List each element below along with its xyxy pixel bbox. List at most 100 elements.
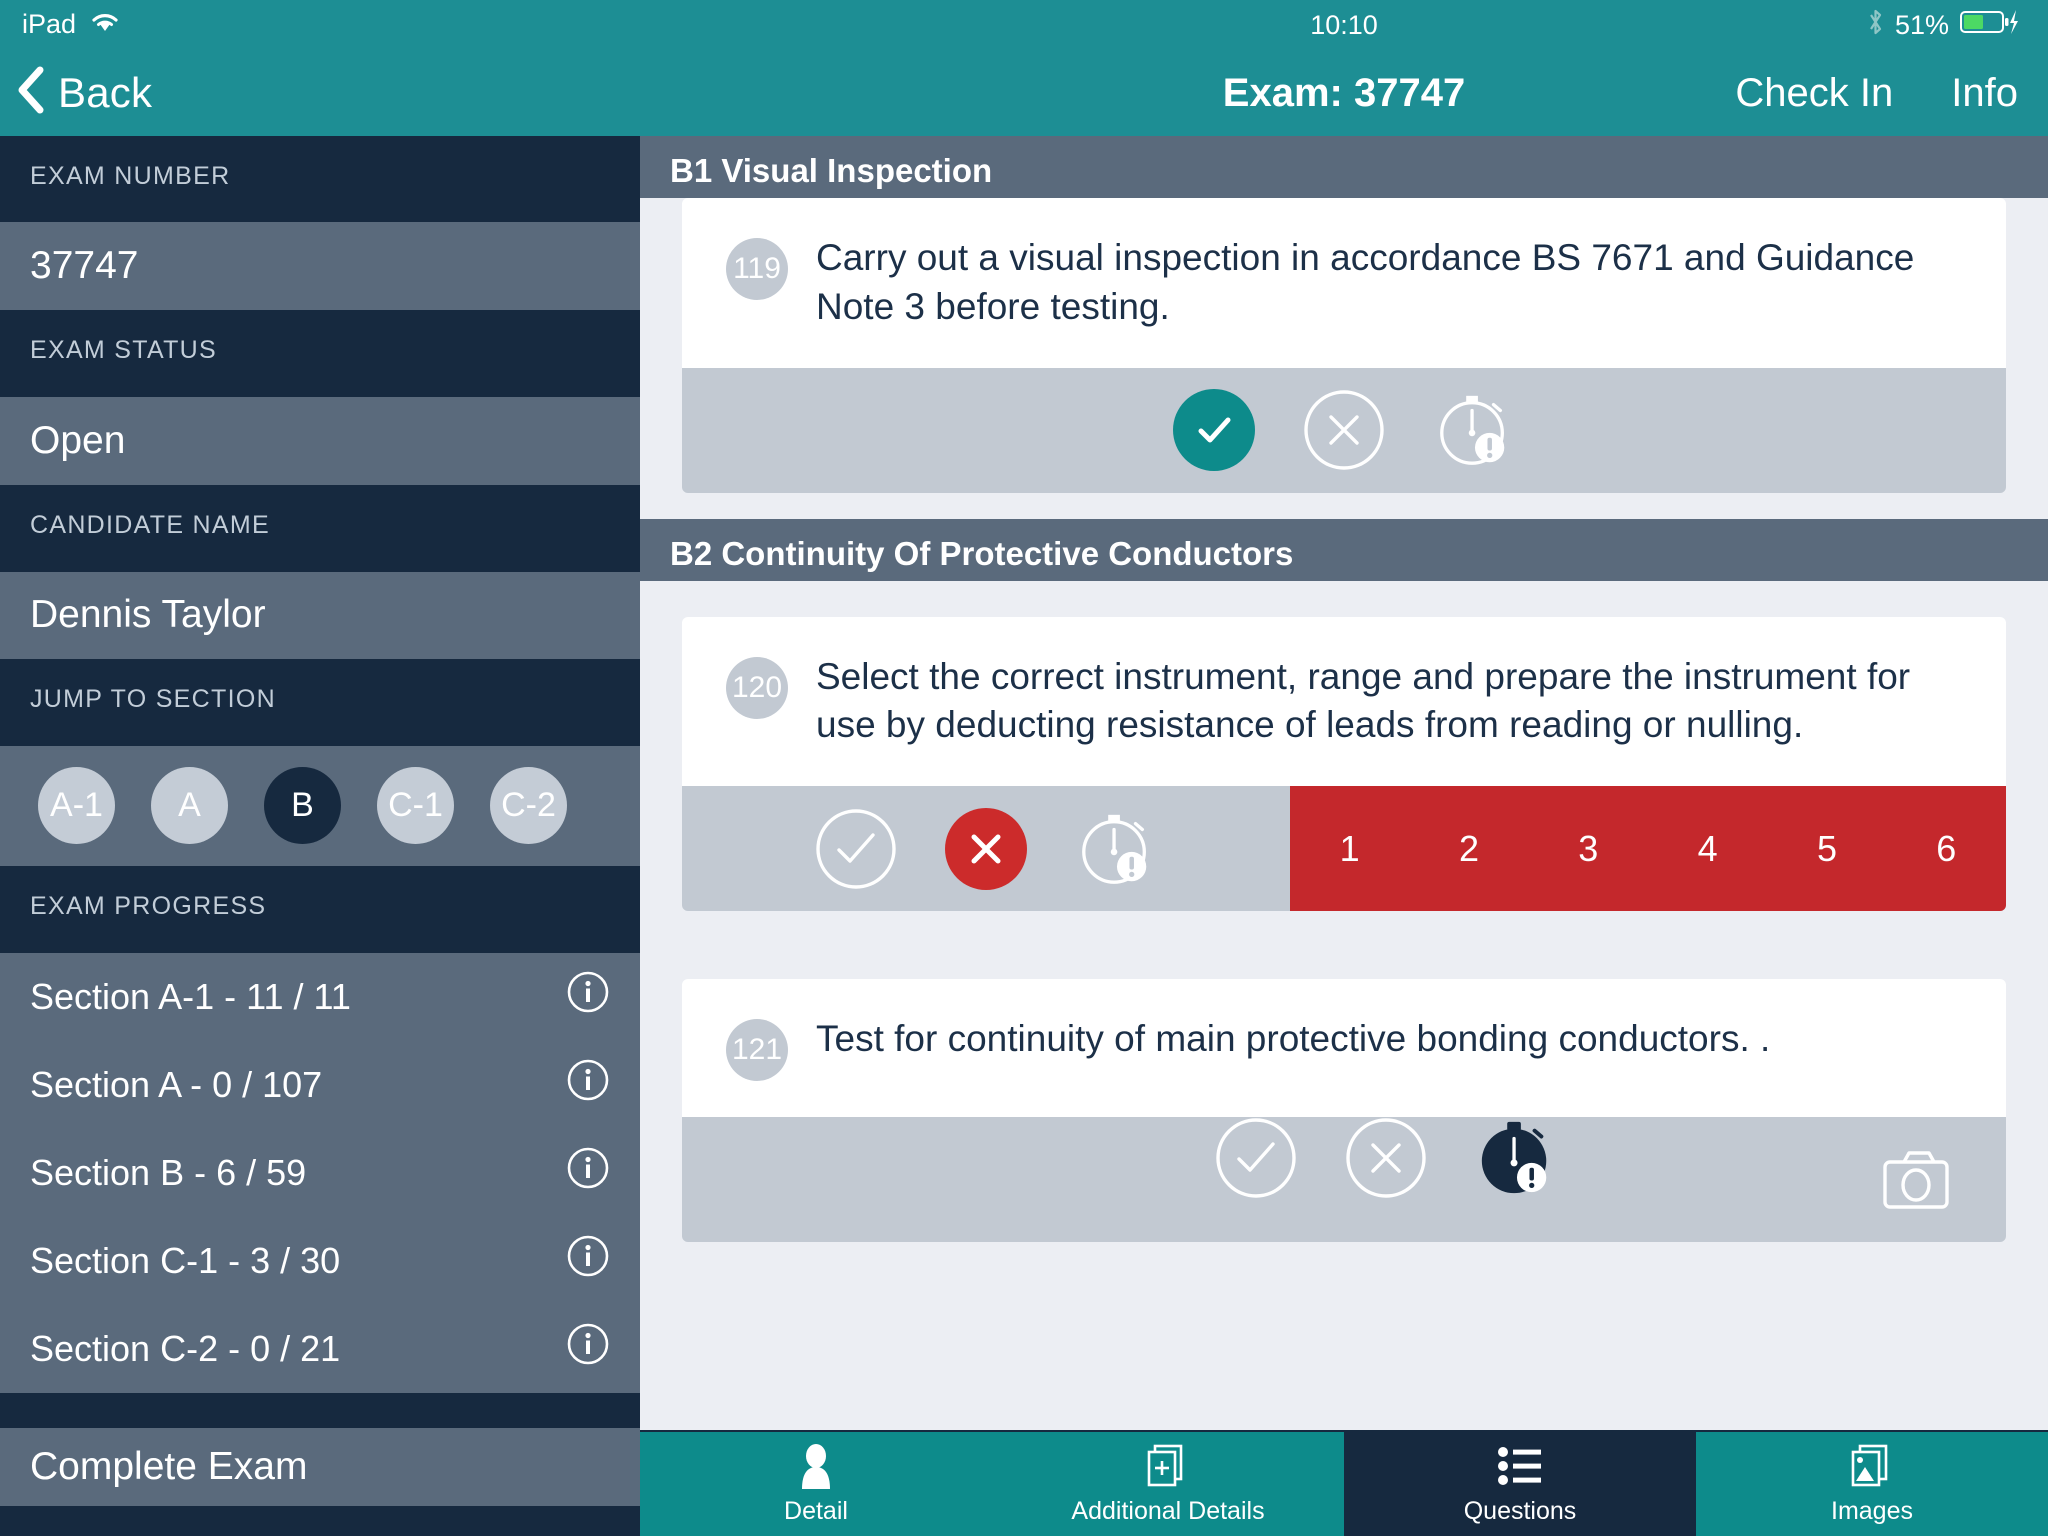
nav-actions: Check In Info <box>1735 71 2018 116</box>
answer-row-120: 1 2 3 4 5 6 <box>682 786 2006 912</box>
exam-progress-label: EXAM PROGRESS <box>0 865 640 953</box>
answer-tick-button[interactable] <box>815 808 897 890</box>
score-cell-4[interactable]: 4 <box>1648 828 1767 870</box>
battery-percent: 51% <box>1894 9 1949 40</box>
progress-row-a1[interactable]: Section A-1 - 11 / 11 <box>0 953 640 1041</box>
candidate-name-value: Dennis Taylor <box>0 571 640 660</box>
question-text-119: Carry out a visual inspection in accorda… <box>816 237 1915 327</box>
exam-number-value: 37747 <box>0 222 640 311</box>
answer-cross-button[interactable] <box>945 807 1027 890</box>
progress-label-b: Section B - 6 / 59 <box>30 1151 307 1193</box>
info-icon[interactable] <box>566 1146 610 1199</box>
section-pill-c2[interactable]: C-2 <box>490 767 567 845</box>
info-button[interactable]: Info <box>1951 71 2018 116</box>
person-icon <box>794 1443 838 1489</box>
question-text-120: Select the correct instrument, range and… <box>816 655 1911 746</box>
tab-label-questions: Questions <box>1463 1496 1577 1525</box>
info-icon[interactable] <box>566 1058 610 1111</box>
answer-timer-icon[interactable] <box>1475 1117 1557 1199</box>
progress-label-c2: Section C-2 - 0 / 21 <box>30 1327 341 1369</box>
card-gap <box>640 911 2048 979</box>
tab-label-images: Images <box>1831 1496 1913 1525</box>
status-indicators: 51% <box>1867 8 2022 43</box>
status-bar-left: iPad <box>0 0 640 50</box>
sidebar-bottom-fill <box>0 1506 640 1536</box>
question-number-120: 120 <box>726 656 788 719</box>
score-cell-1[interactable]: 1 <box>1290 828 1409 870</box>
answer-tick-button[interactable] <box>1173 389 1255 472</box>
answer-cross-button[interactable] <box>1303 389 1385 471</box>
tab-detail[interactable]: Detail <box>640 1432 992 1536</box>
back-button[interactable]: Back <box>0 49 640 136</box>
section-body-b2: 120 Select the correct instrument, range… <box>640 581 2048 1243</box>
exam-progress-list: Section A-1 - 11 / 11 Section A - 0 / 10… <box>0 952 640 1393</box>
section-pill-c1[interactable]: C-1 <box>377 767 454 845</box>
info-icon[interactable] <box>566 970 610 1023</box>
section-header-b1: B1 Visual Inspection <box>640 136 2048 198</box>
question-card-121: 121 Test for continuity of main protecti… <box>682 979 2006 1118</box>
device-name: iPad <box>22 9 77 40</box>
exam-number-label: EXAM NUMBER <box>0 135 640 223</box>
section-body-b1: 119 Carry out a visual inspection in acc… <box>640 198 2048 493</box>
back-label: Back <box>58 68 153 116</box>
progress-row-b[interactable]: Section B - 6 / 59 <box>0 1129 640 1217</box>
section-pill-a1[interactable]: A-1 <box>38 767 115 845</box>
status-bar-right: 10:10 51% <box>640 0 2048 50</box>
score-strip-120: 1 2 3 4 5 6 <box>1290 786 2006 912</box>
jump-to-section-pills: A-1 A B C-1 C-2 <box>0 746 640 866</box>
question-number-121: 121 <box>726 1019 788 1082</box>
answer-timer-icon[interactable] <box>1075 808 1157 890</box>
photo-icon <box>1849 1443 1895 1489</box>
bluetooth-icon <box>1867 8 1884 43</box>
question-number-119: 119 <box>726 238 788 300</box>
progress-label-c1: Section C-1 - 3 / 30 <box>30 1239 341 1281</box>
answer-tick-button[interactable] <box>1215 1117 1297 1199</box>
candidate-name-label: CANDIDATE NAME <box>0 484 640 572</box>
question-text-121: Test for continuity of main protective b… <box>816 1018 1771 1060</box>
info-icon[interactable] <box>566 1322 610 1375</box>
questions-content: B1 Visual Inspection 119 Carry out a vis… <box>640 136 2048 1430</box>
wifi-icon <box>90 9 120 40</box>
chevron-left-icon <box>14 64 48 121</box>
complete-exam-button[interactable]: Complete Exam <box>0 1428 640 1507</box>
sidebar-spacer <box>0 1392 640 1429</box>
nav-bar: Exam: 37747 Check In Info <box>640 50 2048 136</box>
battery-charging-icon <box>1960 8 2022 43</box>
main-pane: 10:10 51% Exam: 37747 Check In Info B1 V… <box>640 0 2048 1536</box>
tab-questions[interactable]: Questions <box>1344 1432 1696 1536</box>
progress-row-c2[interactable]: Section C-2 - 0 / 21 <box>0 1305 640 1393</box>
section-pill-a[interactable]: A <box>151 767 228 845</box>
answer-row-119 <box>682 367 2006 493</box>
check-in-button[interactable]: Check In <box>1735 71 1893 116</box>
document-plus-icon <box>1145 1443 1191 1489</box>
tab-additional-details[interactable]: Additional Details <box>992 1432 1344 1536</box>
question-card-119: 119 Carry out a visual inspection in acc… <box>682 198 2006 368</box>
answer-timer-icon[interactable] <box>1433 389 1515 471</box>
app-screen: iPad Back EXAM NUMBER 37747 EXAM STATUS … <box>0 0 2048 1536</box>
list-icon <box>1497 1443 1543 1489</box>
progress-row-c1[interactable]: Section C-1 - 3 / 30 <box>0 1217 640 1305</box>
score-cell-5[interactable]: 5 <box>1767 828 1886 870</box>
info-icon[interactable] <box>566 1234 610 1287</box>
answer-row-121 <box>682 1117 2006 1243</box>
tab-label-detail: Detail <box>784 1496 848 1525</box>
exam-status-value: Open <box>0 396 640 485</box>
score-cell-6[interactable]: 6 <box>1887 828 2006 870</box>
page-title: Exam: 37747 <box>1222 70 1466 115</box>
score-cell-2[interactable]: 2 <box>1409 828 1528 870</box>
sidebar: iPad Back EXAM NUMBER 37747 EXAM STATUS … <box>0 0 640 1536</box>
exam-status-label: EXAM STATUS <box>0 310 640 397</box>
clock: 10:10 <box>1310 9 1378 40</box>
jump-to-section-label: JUMP TO SECTION <box>0 659 640 747</box>
score-cell-3[interactable]: 3 <box>1529 828 1648 870</box>
progress-label-a1: Section A-1 - 11 / 11 <box>30 975 351 1017</box>
tab-images[interactable]: Images <box>1696 1432 2048 1536</box>
section-pill-b[interactable]: B <box>264 767 341 845</box>
section-header-b2: B2 Continuity Of Protective Conductors <box>640 518 2048 581</box>
tab-label-additional-details: Additional Details <box>1071 1496 1265 1525</box>
progress-label-a: Section A - 0 / 107 <box>30 1063 323 1105</box>
progress-row-a[interactable]: Section A - 0 / 107 <box>0 1041 640 1129</box>
question-card-120: 120 Select the correct instrument, range… <box>682 616 2006 787</box>
answer-cross-button[interactable] <box>1345 1117 1427 1199</box>
